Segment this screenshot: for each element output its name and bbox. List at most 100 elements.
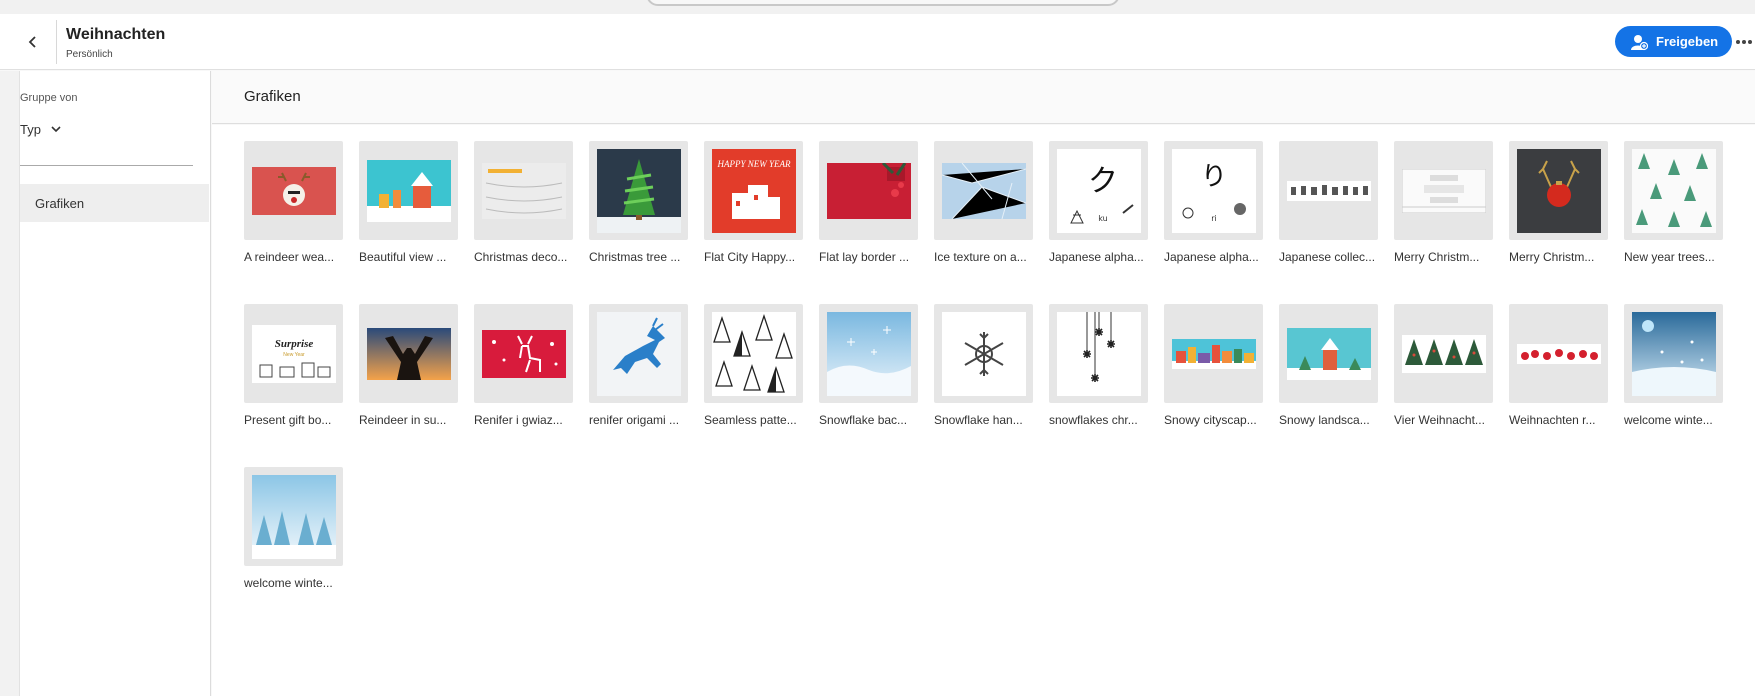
asset-thumbnail	[934, 304, 1033, 403]
group-by-select[interactable]: Typ	[20, 122, 61, 137]
asset-title: Snowy landsca...	[1279, 413, 1370, 427]
welcome-winter-forest-image	[251, 474, 336, 559]
asset-tile[interactable]: Merry Christm...	[1394, 141, 1493, 295]
asset-title: Seamless patte...	[704, 413, 797, 427]
section-title: Grafiken	[244, 88, 301, 105]
asset-thumbnail	[819, 141, 918, 240]
snowflake-background-image	[826, 311, 911, 396]
asset-thumbnail	[704, 304, 803, 403]
asset-tile[interactable]: Seamless patte...	[704, 304, 803, 458]
reindeer-stars-image	[481, 329, 566, 378]
asset-thumbnail	[1509, 141, 1608, 240]
chevron-down-icon	[51, 126, 61, 133]
asset-title: Snowflake han...	[934, 413, 1023, 427]
asset-title: Present gift bo...	[244, 413, 332, 427]
asset-thumbnail: HAPPY NEW YEAR	[704, 141, 803, 240]
asset-tile[interactable]: A reindeer wea...	[244, 141, 343, 295]
origami-reindeer-image	[596, 311, 681, 396]
thumbnail-subcaption-text: New Year	[283, 352, 305, 358]
new-year-trees-pattern-image	[1631, 148, 1716, 233]
share-button-label: Freigeben	[1656, 34, 1719, 49]
asset-thumbnail	[1394, 304, 1493, 403]
asset-tile[interactable]: Renifer i gwiaz...	[474, 304, 573, 458]
asset-thumbnail	[1624, 141, 1723, 240]
user-share-icon	[1631, 34, 1648, 50]
sidebar-item-grafiken[interactable]: Grafiken	[20, 184, 209, 222]
reindeer-image	[251, 166, 336, 215]
reindeer-sunset-image	[366, 327, 451, 380]
asset-title: Weihnachten r...	[1509, 413, 1596, 427]
share-button[interactable]: Freigeben	[1615, 26, 1732, 57]
asset-thumbnail	[359, 141, 458, 240]
asset-thumbnail	[589, 304, 688, 403]
thumbnail-caption-text: Surprise	[274, 338, 313, 350]
asset-thumbnail	[1049, 304, 1148, 403]
more-options-button[interactable]	[1736, 28, 1755, 56]
asset-title: Christmas deco...	[474, 250, 568, 264]
weihnachten-border-image	[1516, 343, 1601, 364]
group-by-label: Gruppe von	[20, 92, 78, 104]
asset-title: Beautiful view ...	[359, 250, 447, 264]
asset-tile[interactable]: Ice texture on a...	[934, 141, 1033, 295]
page-subtitle: Persönlich	[66, 49, 113, 60]
header-divider	[56, 20, 57, 64]
asset-tile[interactable]: Vier Weihnacht...	[1394, 304, 1493, 458]
asset-tile[interactable]: Japanese collec...	[1279, 141, 1378, 295]
asset-title: Reindeer in su...	[359, 413, 447, 427]
asset-thumbnail	[474, 304, 573, 403]
thumbnail-romaji-text: ri	[1211, 214, 1217, 223]
sidebar-item-label: Grafiken	[35, 195, 85, 211]
asset-thumbnail	[1624, 304, 1723, 403]
asset-tile[interactable]: Flat lay border ...	[819, 141, 918, 295]
asset-tile[interactable]: Surprise New Year Present gift bo...	[244, 304, 343, 458]
asset-tile[interactable]: HAPPY NEW YEAR Flat City Happy...	[704, 141, 803, 295]
flat-lay-border-image	[826, 162, 911, 219]
asset-thumbnail	[589, 141, 688, 240]
asset-title: Renifer i gwiaz...	[474, 413, 563, 427]
hand-drawn-snowflake-image	[941, 311, 1026, 396]
more-dot-icon	[1742, 40, 1746, 44]
asset-thumbnail	[244, 141, 343, 240]
asset-tile[interactable]: Snowflake bac...	[819, 304, 918, 458]
header-bar: Weihnachten Persönlich Freigeben	[0, 14, 1755, 70]
page-title: Weihnachten	[66, 26, 166, 43]
present-gift-box-image: Surprise New Year	[251, 324, 336, 383]
asset-title: Japanese alpha...	[1049, 250, 1144, 264]
asset-thumbnail	[1509, 304, 1608, 403]
asset-thumbnail: ク ku	[1049, 141, 1148, 240]
asset-thumbnail	[1394, 141, 1493, 240]
asset-tile[interactable]: Snowy landsca...	[1279, 304, 1378, 458]
asset-tile[interactable]: Weihnachten r...	[1509, 304, 1608, 458]
asset-tile[interactable]: Christmas deco...	[474, 141, 573, 295]
asset-tile[interactable]: Christmas tree ...	[589, 141, 688, 295]
asset-tile[interactable]: Merry Christm...	[1509, 141, 1608, 295]
happy-new-year-city-image: HAPPY NEW YEAR	[711, 148, 796, 233]
four-christmas-trees-image	[1401, 334, 1486, 373]
asset-tile[interactable]: Reindeer in su...	[359, 304, 458, 458]
town-view-image	[366, 159, 451, 222]
asset-thumbnail	[1279, 304, 1378, 403]
back-button[interactable]	[20, 28, 46, 56]
asset-thumbnail	[244, 467, 343, 566]
asset-tile[interactable]: New year trees...	[1624, 141, 1723, 295]
asset-tile[interactable]: Snowy cityscap...	[1164, 304, 1263, 458]
asset-tile[interactable]: ク ku Japanese alpha...	[1049, 141, 1148, 295]
sidebar-rail	[0, 71, 20, 696]
asset-tile[interactable]: Beautiful view ...	[359, 141, 458, 295]
decoration-lights-image	[481, 162, 566, 219]
asset-tile[interactable]: welcome winte...	[244, 467, 343, 621]
asset-title: Christmas tree ...	[589, 250, 681, 264]
christmas-tree-image	[596, 148, 681, 233]
thumbnail-caption-text: HAPPY NEW YEAR	[716, 159, 790, 169]
asset-thumbnail	[474, 141, 573, 240]
japanese-alphabet-ri-image: り ri	[1171, 148, 1256, 233]
sidebar-divider	[20, 165, 193, 166]
asset-tile[interactable]: Snowflake han...	[934, 304, 1033, 458]
global-search-field[interactable]	[646, 0, 1120, 6]
asset-tile[interactable]: renifer origami ...	[589, 304, 688, 458]
more-dot-icon	[1736, 40, 1740, 44]
asset-tile[interactable]: snowflakes chr...	[1049, 304, 1148, 458]
asset-tile[interactable]: welcome winte...	[1624, 304, 1723, 458]
asset-title: Flat City Happy...	[704, 250, 796, 264]
asset-tile[interactable]: り ri Japanese alpha...	[1164, 141, 1263, 295]
